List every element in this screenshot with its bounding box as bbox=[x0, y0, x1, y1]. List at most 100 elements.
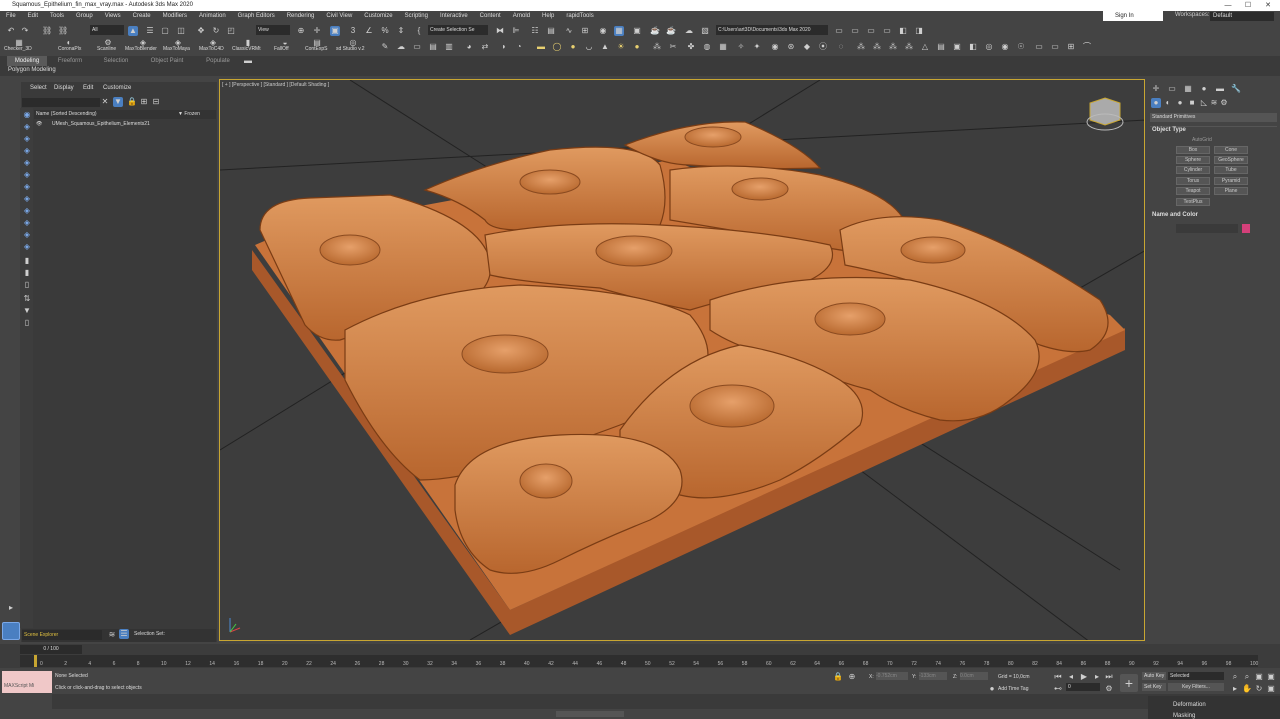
angle-snap-icon[interactable]: ∠ bbox=[364, 26, 374, 36]
ribbon-options-icon[interactable]: ▬ bbox=[243, 56, 253, 66]
tab-selection[interactable]: Selection bbox=[96, 56, 136, 66]
previous-frame-icon[interactable]: ◂ bbox=[1066, 672, 1076, 682]
select-none-icon[interactable]: ▯ bbox=[22, 280, 32, 290]
tab-object-paint[interactable]: Object Paint bbox=[144, 56, 190, 66]
tool-icon[interactable]: ◉ bbox=[770, 42, 780, 52]
cylinder-button[interactable]: Cylinder bbox=[1176, 166, 1210, 174]
object-type-header[interactable]: Object Type bbox=[1152, 127, 1186, 133]
layer-explorer-icon[interactable]: ☷ bbox=[530, 26, 540, 36]
tab-modeling[interactable]: Modeling bbox=[7, 56, 47, 66]
menu-modifiers[interactable]: Modifiers bbox=[157, 11, 193, 22]
teapot-button[interactable]: Teapot bbox=[1176, 187, 1210, 195]
table-row[interactable]: 👁 UMesh_Squamous_Epithelium_Elements21 bbox=[34, 120, 216, 129]
display-all-icon[interactable]: ◉ bbox=[22, 110, 32, 120]
select-by-name-icon[interactable]: ☰ bbox=[145, 26, 155, 36]
tool-icon[interactable]: ◌ bbox=[836, 42, 846, 52]
select-all-icon[interactable]: ▮ bbox=[22, 268, 32, 278]
extra-tool-icon[interactable]: ◨ bbox=[914, 26, 924, 36]
menu-arnold[interactable]: Arnold bbox=[507, 11, 536, 22]
extra-tool-icon[interactable]: ◧ bbox=[898, 26, 908, 36]
menu-file[interactable]: File bbox=[0, 11, 22, 22]
curve-editor-icon[interactable]: ∿ bbox=[564, 26, 574, 36]
tool-icon[interactable]: ✎ bbox=[380, 42, 390, 52]
object-name-input[interactable] bbox=[1176, 224, 1238, 233]
lights-icon[interactable]: ● bbox=[1175, 98, 1185, 108]
tool-icon[interactable]: ▣ bbox=[952, 42, 962, 52]
perspective-viewport[interactable] bbox=[219, 79, 1145, 641]
plane-button[interactable]: Plane bbox=[1214, 187, 1248, 195]
geometry-filter-icon[interactable]: ◈ bbox=[22, 122, 32, 132]
visibility-icon[interactable]: 👁 bbox=[36, 120, 42, 129]
shelf-falloff[interactable]: FallOff bbox=[274, 46, 289, 52]
named-selection-dropdown[interactable]: Create Selection Se bbox=[428, 25, 488, 35]
tool-icon[interactable]: ⁂ bbox=[888, 42, 898, 52]
a360-gallery-icon[interactable]: ▧ bbox=[700, 26, 710, 36]
track-bar[interactable] bbox=[20, 655, 1258, 667]
menu-help[interactable]: Help bbox=[536, 11, 560, 22]
light-icon[interactable]: ▬ bbox=[536, 42, 546, 52]
window-crossing-icon[interactable]: ◫ bbox=[176, 26, 186, 36]
pyramid-button[interactable]: Pyramid bbox=[1214, 177, 1248, 185]
current-frame-field[interactable]: 0 bbox=[1066, 683, 1100, 691]
zoom-icon[interactable]: ⌕ bbox=[1230, 672, 1240, 682]
tool-icon[interactable]: ◔ bbox=[514, 42, 524, 52]
keyboard-shortcut-override-icon[interactable]: ▣ bbox=[330, 26, 340, 36]
create-tab-icon[interactable]: ✛ bbox=[1151, 84, 1161, 94]
shelf-classic-vrmt[interactable]: ClassicVRMt bbox=[232, 46, 261, 52]
unlink-icon[interactable]: ⛓ bbox=[58, 26, 68, 36]
shelf-max-to-c4d[interactable]: MaxToC4D bbox=[199, 46, 224, 52]
orbit-icon[interactable]: ↻ bbox=[1254, 684, 1264, 694]
tool-icon[interactable]: ✂ bbox=[668, 42, 678, 52]
tool-icon[interactable]: ⁂ bbox=[652, 42, 662, 52]
box-button[interactable]: Box bbox=[1176, 146, 1210, 154]
menu-interactive[interactable]: Interactive bbox=[434, 11, 474, 22]
spinner-snap-icon[interactable]: ⇕ bbox=[396, 26, 406, 36]
extra-tool-icon[interactable]: ▭ bbox=[882, 26, 892, 36]
go-to-start-icon[interactable]: ⏮ bbox=[1053, 672, 1063, 682]
lock-icon[interactable]: 🔒 bbox=[127, 97, 137, 107]
scroll-handle[interactable] bbox=[556, 711, 624, 717]
view-cube-icon[interactable] bbox=[1086, 97, 1124, 131]
polygon-modeling-label[interactable]: Polygon Modeling bbox=[8, 67, 56, 73]
scale-icon[interactable]: ◰ bbox=[226, 26, 236, 36]
explorer-menu-customize[interactable]: Customize bbox=[103, 85, 131, 91]
rendered-frame-window-icon[interactable]: ▣ bbox=[632, 26, 642, 36]
mirror-icon[interactable]: ⧓ bbox=[495, 26, 505, 36]
frozen-filter-icon[interactable]: ◈ bbox=[22, 242, 32, 252]
material-editor-icon[interactable]: ◉ bbox=[598, 26, 608, 36]
name-column-header[interactable]: Name (Sorted Descending) bbox=[36, 111, 97, 117]
selection-filter-dropdown[interactable]: All bbox=[90, 25, 124, 35]
selection-set-icon[interactable]: ☰ bbox=[119, 629, 129, 639]
tool-icon[interactable]: ⁂ bbox=[872, 42, 882, 52]
shelf-contexps[interactable]: ContExpS bbox=[305, 46, 328, 52]
menu-civil-view[interactable]: Civil View bbox=[320, 11, 358, 22]
object-name[interactable]: UMesh_Squamous_Epithelium_Elements21 bbox=[52, 120, 150, 129]
tube-button[interactable]: Tube bbox=[1214, 166, 1248, 174]
scene-explorer-dropdown[interactable]: Scene Explorer bbox=[22, 630, 102, 640]
key-filters-button[interactable]: Key Filters... bbox=[1168, 683, 1224, 691]
helpers-icon[interactable]: ◺ bbox=[1199, 98, 1209, 108]
key-mode-icon[interactable]: ⊷ bbox=[1053, 684, 1063, 694]
shelf-max-to-blender[interactable]: MaxToBlender bbox=[125, 46, 157, 52]
project-folder-icon[interactable]: ▭ bbox=[834, 26, 844, 36]
percent-snap-icon[interactable]: % bbox=[380, 26, 390, 36]
shapes-icon[interactable]: ◐ bbox=[1163, 98, 1173, 108]
spacewarps-filter-icon[interactable]: ◈ bbox=[22, 182, 32, 192]
menu-scripting[interactable]: Scripting bbox=[399, 11, 434, 22]
light-icon[interactable]: ● bbox=[632, 42, 642, 52]
shelf-max-to-maya[interactable]: MaxToMaya bbox=[163, 46, 190, 52]
sphere-button[interactable]: Sphere bbox=[1176, 156, 1210, 164]
menu-tools[interactable]: Tools bbox=[44, 11, 70, 22]
explorer-menu-display[interactable]: Display bbox=[54, 85, 74, 91]
time-config-icon[interactable]: ⚙ bbox=[1104, 684, 1114, 694]
options-icon[interactable]: ▯ bbox=[22, 318, 32, 328]
tab-freeform[interactable]: Freeform bbox=[50, 56, 90, 66]
torus-button[interactable]: Torus bbox=[1176, 177, 1210, 185]
menu-graph-editors[interactable]: Graph Editors bbox=[232, 11, 281, 22]
set-key-button[interactable]: Set Key bbox=[1142, 683, 1166, 691]
sun-icon[interactable]: ☀ bbox=[616, 42, 626, 52]
menu-rapidtools[interactable]: rapidTools bbox=[560, 11, 599, 22]
frozen-column-header[interactable]: ▼ Frozen bbox=[178, 110, 200, 119]
sign-in-button[interactable]: Sign In bbox=[1103, 11, 1163, 21]
find-icon[interactable]: ▼ bbox=[22, 306, 32, 316]
